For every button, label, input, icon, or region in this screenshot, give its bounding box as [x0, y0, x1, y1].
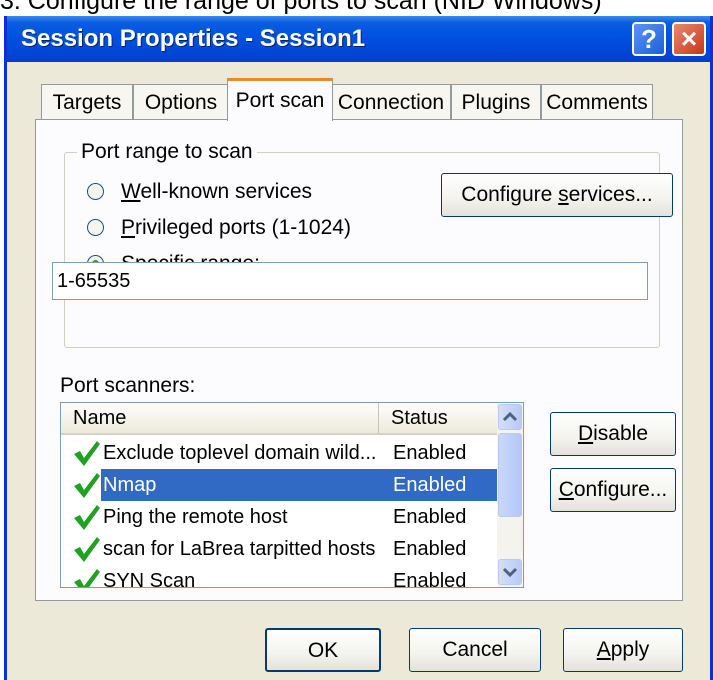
close-button[interactable]: ×	[672, 22, 706, 56]
configure-services-button[interactable]: Configure services...	[441, 173, 673, 217]
scanner-status: Enabled	[379, 469, 497, 501]
scanner-name: SYN Scan	[103, 570, 196, 588]
scanner-name: scan for LaBrea tarpitted hosts	[103, 538, 376, 560]
tab-plugins[interactable]: Plugins	[451, 84, 541, 120]
disable-button[interactable]: Disable	[550, 412, 676, 456]
green-check-icon	[74, 473, 100, 498]
tab-comments[interactable]: Comments	[541, 84, 653, 120]
list-item[interactable]: scan for LaBrea tarpitted hosts Enabled	[61, 533, 497, 565]
scanner-status: Enabled	[393, 570, 467, 588]
scroll-thumb[interactable]	[498, 433, 522, 517]
radio-privileged-label: Privileged ports (1-1024)	[121, 216, 351, 239]
help-button[interactable]: ?	[632, 22, 666, 56]
window-title: Session Properties - Session1	[21, 25, 366, 52]
column-header-name[interactable]: Name	[61, 403, 379, 433]
port-scanners-label: Port scanners:	[60, 374, 196, 397]
apply-button[interactable]: Apply	[563, 628, 683, 672]
list-item[interactable]: SYN Scan Enabled	[61, 565, 497, 588]
cancel-button[interactable]: Cancel	[409, 628, 541, 672]
list-scrollbar[interactable]	[497, 403, 523, 587]
green-check-icon	[74, 569, 100, 587]
list-item-selected[interactable]: Nmap Enabled	[61, 469, 497, 501]
title-bar[interactable]: Session Properties - Session1 ? ×	[7, 16, 710, 62]
session-properties-dialog: Session Properties - Session1 ? × Target…	[4, 16, 713, 680]
scanner-status: Enabled	[393, 538, 467, 560]
port-scan-panel: Port range to scan Well-known services P…	[35, 119, 683, 601]
scanner-name: Nmap	[101, 469, 379, 501]
scroll-down-button[interactable]	[498, 559, 522, 585]
list-item[interactable]: Ping the remote host Enabled	[61, 501, 497, 533]
radio-privileged-indicator[interactable]	[87, 219, 104, 236]
tab-port-scan[interactable]: Port scan	[227, 78, 333, 121]
document-caption: 3. Configure the range of ports to scan …	[0, 0, 602, 15]
list-header: Name Status	[61, 403, 497, 435]
radio-well-known-label: Well-known services	[121, 180, 313, 203]
green-check-icon	[74, 505, 100, 530]
green-check-icon	[74, 537, 100, 562]
scanner-name: Ping the remote host	[103, 506, 288, 528]
configure-button[interactable]: Configure...	[550, 468, 676, 512]
chevron-up-icon	[502, 411, 518, 422]
tab-options[interactable]: Options	[133, 84, 229, 120]
radio-well-known-indicator[interactable]	[87, 183, 104, 200]
scanner-status: Enabled	[393, 442, 467, 464]
scanner-name: Exclude toplevel domain wild...	[103, 442, 377, 464]
scroll-up-button[interactable]	[498, 404, 522, 430]
scanner-status: Enabled	[393, 506, 467, 528]
port-range-group-label: Port range to scan	[77, 140, 257, 164]
port-range-group: Port range to scan Well-known services P…	[64, 140, 673, 348]
tab-connection[interactable]: Connection	[331, 84, 451, 120]
specific-range-input[interactable]: 1-65535	[52, 262, 648, 300]
column-header-status[interactable]: Status	[379, 403, 497, 433]
ok-button[interactable]: OK	[265, 628, 381, 672]
port-scanners-list[interactable]: Name Status Exclude toplevel domain wild…	[60, 402, 524, 588]
green-check-icon	[74, 441, 100, 466]
tab-targets[interactable]: Targets	[41, 84, 133, 120]
list-item[interactable]: Exclude toplevel domain wild... Enabled	[61, 437, 497, 469]
chevron-down-icon	[502, 567, 518, 578]
